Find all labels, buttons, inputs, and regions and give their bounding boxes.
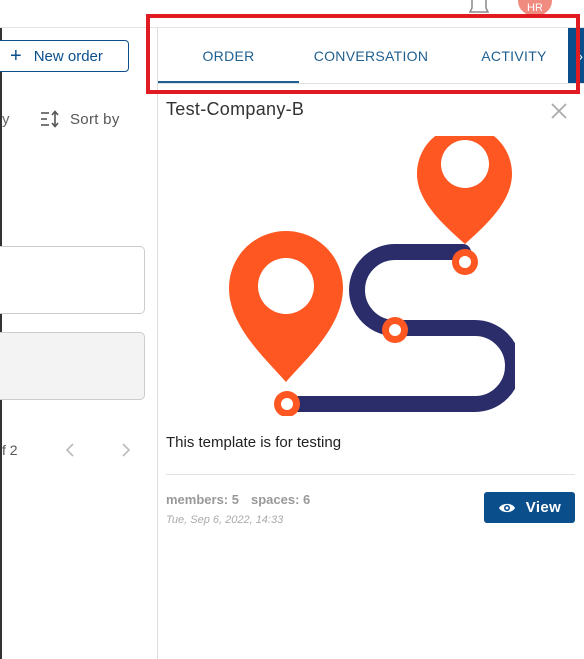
bell-icon[interactable] <box>468 0 490 14</box>
route-illustration <box>229 136 515 416</box>
chevron-left-icon[interactable] <box>62 440 78 460</box>
spaces-count: spaces: 6 <box>250 492 311 507</box>
search-input[interactable] <box>0 246 145 314</box>
highlight-box <box>146 14 580 94</box>
group-by-label-fragment[interactable]: y <box>2 111 10 128</box>
separator <box>166 474 575 475</box>
sort-icon[interactable] <box>40 110 60 128</box>
pagination-text: f 2 <box>2 442 18 458</box>
chevron-right-icon[interactable] <box>118 440 134 460</box>
sort-by-button[interactable]: Sort by <box>70 111 120 128</box>
template-description: This template is for testing <box>166 434 342 451</box>
template-stats: members: 5 spaces: 6 <box>166 492 310 507</box>
new-order-label: New order <box>33 47 103 65</box>
created-date: Tue, Sep 6, 2022, 14:33 <box>166 514 284 526</box>
close-icon[interactable] <box>549 101 569 121</box>
members-count: members: 5 <box>166 492 239 507</box>
view-button[interactable]: View <box>484 492 575 523</box>
eye-icon <box>498 503 515 512</box>
company-title: Test-Company-B <box>166 99 305 119</box>
new-order-button[interactable]: + New order <box>0 40 129 72</box>
pane-divider <box>157 27 158 659</box>
window-edge <box>0 0 2 659</box>
view-button-label: View <box>525 499 562 516</box>
plus-icon: + <box>10 45 22 67</box>
filter-field[interactable] <box>0 332 145 400</box>
